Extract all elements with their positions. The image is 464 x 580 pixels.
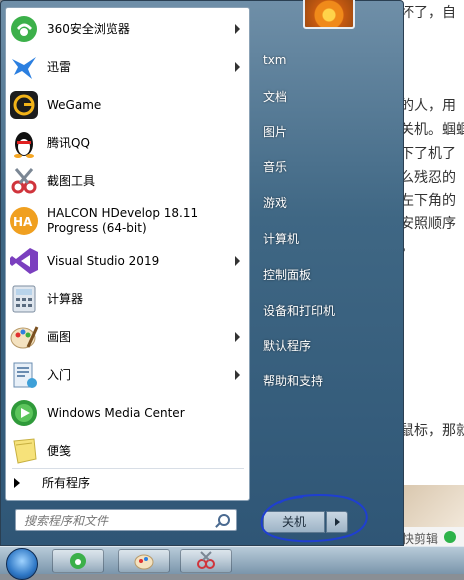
program-item-sticky-notes[interactable]: 便笺 xyxy=(8,433,246,469)
submenu-arrow-icon xyxy=(235,62,240,72)
all-programs-label: 所有程序 xyxy=(42,476,91,490)
qq-penguin-icon xyxy=(8,127,40,159)
program-item-xunlei[interactable]: 迅雷 xyxy=(8,49,246,85)
program-item-getting-started[interactable]: 入门 xyxy=(8,357,246,393)
program-label: 腾讯QQ xyxy=(47,135,90,150)
right-item-help-support[interactable]: 帮助和支持 xyxy=(263,372,323,389)
paint-icon xyxy=(134,554,154,570)
snipping-tool-icon xyxy=(197,551,215,569)
right-item-pictures[interactable]: 图片 xyxy=(263,123,287,140)
program-label: 便笺 xyxy=(47,443,72,458)
background-text: 下了机了 xyxy=(400,146,456,162)
media-center-icon xyxy=(8,397,40,429)
background-text: 鼠标，那就 xyxy=(400,423,464,439)
program-label-halcon: HALCON HDevelop 18.11 Progress (64-bit) xyxy=(47,206,198,236)
program-item-snipping-tool[interactable]: 截图工具 xyxy=(8,163,246,199)
submenu-arrow-icon xyxy=(235,370,240,380)
xunlei-icon xyxy=(8,51,40,83)
background-text: 坏了，自 xyxy=(400,5,456,21)
program-label: WeGame xyxy=(47,97,102,112)
wegame-icon xyxy=(8,89,40,121)
calculator-icon xyxy=(8,283,40,315)
search-icon[interactable] xyxy=(218,514,230,526)
background-text: 左下角的 xyxy=(400,193,456,209)
right-item-documents[interactable]: 文档 xyxy=(263,88,287,105)
right-item-user[interactable]: txm xyxy=(263,53,287,67)
menu-separator xyxy=(12,468,244,469)
right-item-computer[interactable]: 计算机 xyxy=(263,230,299,247)
program-label-line: HALCON HDevelop 18.11 xyxy=(47,206,199,220)
program-label: 截图工具 xyxy=(47,173,96,188)
taskbar-snipping-tool[interactable] xyxy=(180,549,232,573)
submenu-arrow-icon xyxy=(235,256,240,266)
program-item-wegame[interactable]: WeGame xyxy=(8,87,246,123)
program-label: Visual Studio 2019 xyxy=(47,253,160,268)
right-item-devices-printers[interactable]: 设备和打印机 xyxy=(263,302,335,319)
submenu-arrow-icon xyxy=(235,332,240,342)
program-item-qq[interactable]: 腾讯QQ xyxy=(8,125,246,161)
background-photo xyxy=(400,485,464,527)
browser-360-icon xyxy=(8,13,40,45)
visual-studio-icon xyxy=(8,245,40,277)
programs-pane: 360安全浏览器 迅雷 WeGame 腾讯QQ 截图工具 HA HALCON H… xyxy=(5,7,250,501)
browser-360-icon xyxy=(70,553,86,569)
background-text: 安照顺序 xyxy=(400,216,456,232)
program-item-calculator[interactable]: 计算器 xyxy=(8,281,246,317)
background-text: 么残忍的 xyxy=(400,170,456,186)
program-item-halcon[interactable]: HA HALCON HDevelop 18.11 Progress (64-bi… xyxy=(8,201,246,241)
program-item-360-browser[interactable]: 360安全浏览器 xyxy=(8,11,246,47)
right-item-games[interactable]: 游戏 xyxy=(263,194,287,211)
snipping-tool-icon xyxy=(8,165,40,197)
start-orb-icon[interactable] xyxy=(6,548,38,580)
program-label: 画图 xyxy=(47,329,72,344)
search-box[interactable] xyxy=(15,509,237,531)
halcon-icon: HA xyxy=(8,205,40,237)
program-label: 360安全浏览器 xyxy=(47,21,130,36)
taskbar xyxy=(0,546,464,580)
program-item-visual-studio[interactable]: Visual Studio 2019 xyxy=(8,243,246,279)
submenu-arrow-icon xyxy=(235,24,240,34)
background-text: 的人，用 xyxy=(400,98,456,114)
right-item-default-programs[interactable]: 默认程序 xyxy=(263,337,311,354)
program-label: 计算器 xyxy=(47,291,84,306)
program-item-paint[interactable]: 画图 xyxy=(8,319,246,355)
all-programs-button[interactable]: 所有程序 xyxy=(14,474,90,491)
getting-started-icon xyxy=(8,359,40,391)
background-bottom-text: 快剪辑 xyxy=(402,532,439,546)
expand-arrow-icon xyxy=(14,477,20,488)
program-label-line: Progress (64-bit) xyxy=(47,221,147,235)
play-icon xyxy=(444,531,456,543)
program-label: Windows Media Center xyxy=(47,405,185,420)
program-label: 迅雷 xyxy=(47,59,72,74)
program-item-media-center[interactable]: Windows Media Center xyxy=(8,395,246,431)
background-text: 关机。蝈蝈 xyxy=(400,122,464,138)
right-item-control-panel[interactable]: 控制面板 xyxy=(263,266,311,283)
start-menu: 360安全浏览器 迅雷 WeGame 腾讯QQ 截图工具 HA HALCON H… xyxy=(0,0,404,546)
sticky-notes-icon xyxy=(8,435,40,467)
program-label: 入门 xyxy=(47,367,72,382)
paint-icon xyxy=(8,321,40,353)
taskbar-paint[interactable] xyxy=(118,549,170,573)
right-item-music[interactable]: 音乐 xyxy=(263,158,287,175)
svg-text:HA: HA xyxy=(13,215,33,229)
taskbar-360-browser[interactable] xyxy=(52,549,104,573)
user-picture-flower[interactable] xyxy=(303,0,355,29)
blue-circle-annotation xyxy=(260,494,368,543)
search-input[interactable] xyxy=(22,511,216,531)
